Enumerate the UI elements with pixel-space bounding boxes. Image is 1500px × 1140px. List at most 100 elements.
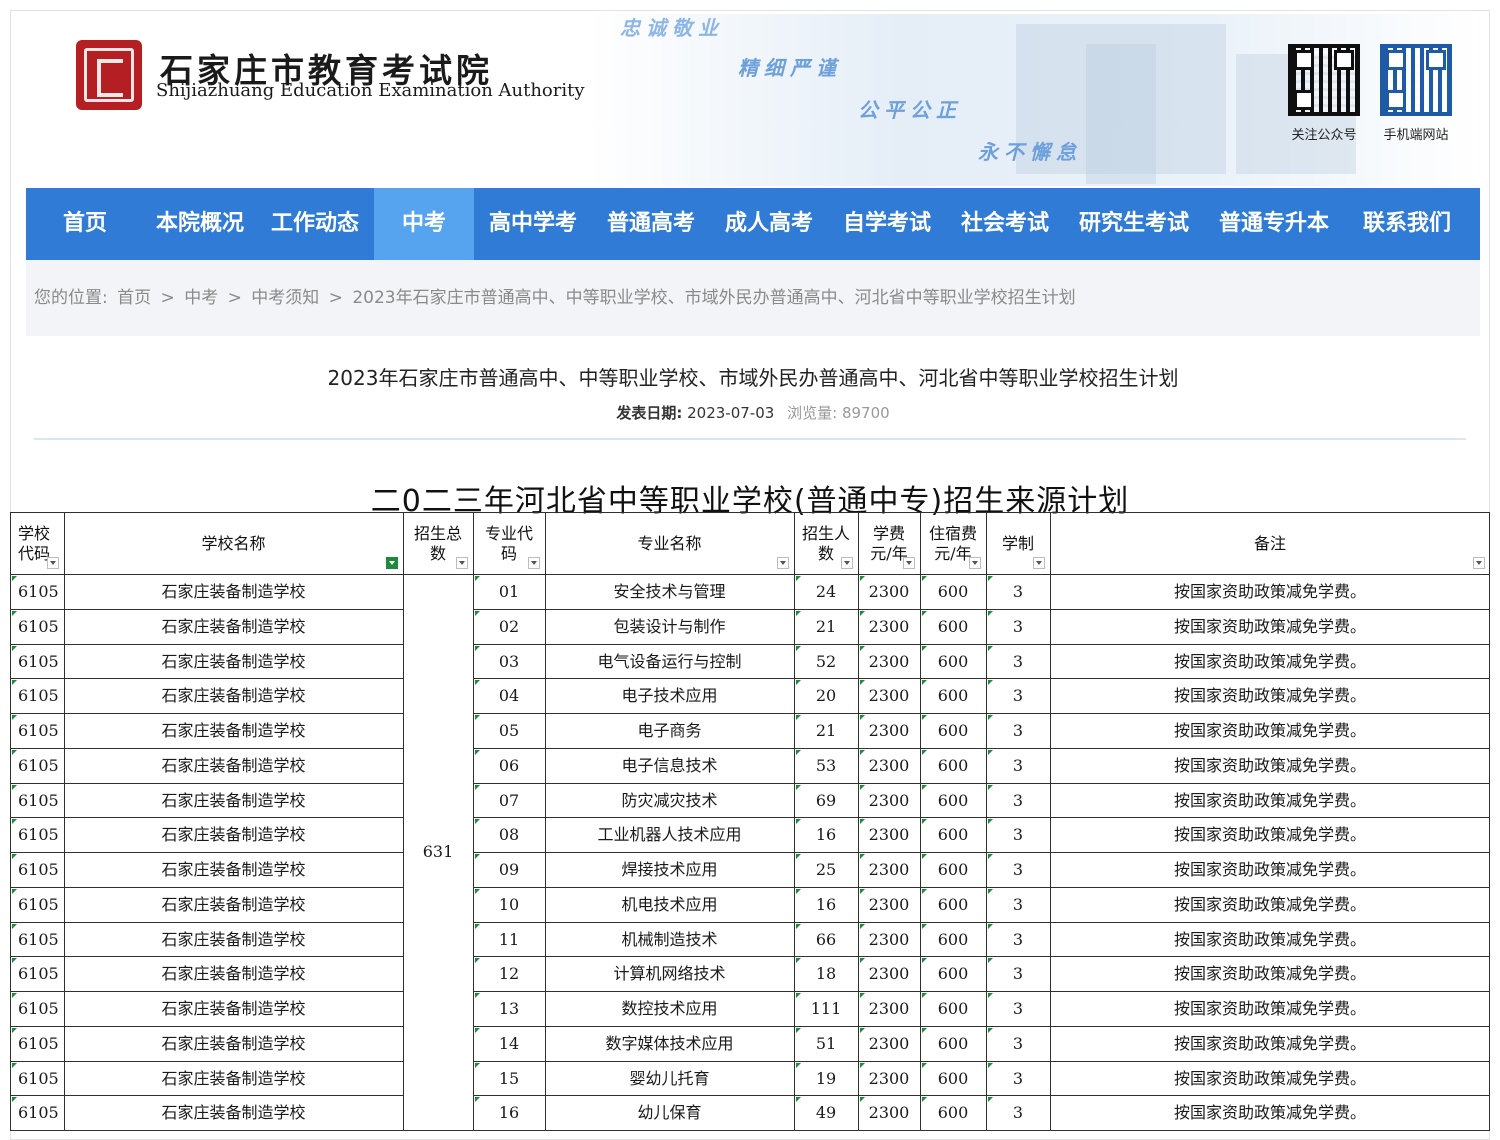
cell-tuition: 2300: [868, 999, 910, 1018]
cell-tuition: 2300: [868, 964, 910, 984]
text-number-indicator-icon: [12, 784, 17, 790]
filter-dropdown-icon[interactable]: [841, 557, 853, 569]
cell-major-code: 10: [498, 894, 520, 914]
text-number-indicator-icon: [860, 923, 865, 929]
text-number-indicator-icon: [988, 680, 993, 686]
text-number-indicator-icon: [988, 993, 993, 998]
text-number-indicator-icon: [475, 1062, 480, 1068]
cell-major-name: 电子商务: [637, 721, 702, 740]
cell-note: 按国家资助政策减免学费。: [1173, 929, 1366, 949]
text-number-indicator-icon: [796, 645, 801, 651]
text-number-indicator-icon: [475, 680, 480, 686]
text-number-indicator-icon: [988, 958, 993, 964]
filter-dropdown-icon[interactable]: [969, 557, 981, 569]
header-major-name[interactable]: 专业名称: [545, 513, 794, 574]
text-number-indicator-icon: [860, 610, 865, 616]
text-number-indicator-icon: [922, 819, 927, 825]
filter-dropdown-icon[interactable]: [777, 557, 789, 569]
cell-major-name: 数字媒体技术应用: [605, 1033, 734, 1053]
nav-item-gaozhong-xuekao[interactable]: 高中学考: [474, 188, 592, 260]
cell-study-years: 3: [1012, 825, 1024, 845]
cell-lodging-fee: 600: [937, 825, 969, 845]
text-number-indicator-icon: [475, 993, 480, 998]
slogan-3: 公平公正: [858, 98, 962, 122]
breadcrumb-separator: >: [227, 288, 242, 308]
slogan-1: 忠诚敬业: [620, 16, 724, 40]
cell-major-name: 安全技术与管理: [613, 582, 726, 601]
header-school-name[interactable]: 学校名称: [64, 513, 403, 574]
text-number-indicator-icon: [12, 680, 17, 686]
nav-item-zhuanshengben[interactable]: 普通专升本: [1204, 188, 1344, 260]
cell-major-name: 计算机网络技术: [613, 964, 726, 984]
cell-lodging-fee: 600: [937, 686, 969, 706]
cell-school-code: 6105: [18, 860, 59, 879]
text-number-indicator-icon: [860, 1062, 865, 1068]
nav-item-social-exam[interactable]: 社会考试: [946, 188, 1064, 260]
breadcrumb-zhongkao[interactable]: 中考: [184, 288, 218, 308]
cell-major-code: 01: [498, 582, 520, 601]
filter-dropdown-icon[interactable]: [528, 557, 540, 569]
text-number-indicator-icon: [922, 784, 927, 790]
filter-active-icon[interactable]: [386, 557, 398, 569]
text-number-indicator-icon: [796, 923, 801, 929]
cell-enrollment-count: 53: [815, 755, 837, 775]
text-number-indicator-icon: [475, 1097, 480, 1103]
cell-note: 按国家资助政策减免学费。: [1173, 616, 1366, 636]
cell-school-name: 石家庄装备制造学校: [161, 616, 306, 636]
text-number-indicator-icon: [796, 1097, 801, 1103]
cell-school-code: 6105: [18, 1103, 59, 1123]
text-number-indicator-icon: [475, 888, 480, 894]
nav-item-zhongkao[interactable]: 中考: [374, 188, 474, 260]
cell-tuition: 2300: [868, 790, 910, 810]
text-number-indicator-icon: [475, 645, 480, 651]
views-count: 89700: [841, 404, 890, 422]
text-number-indicator-icon: [796, 1027, 801, 1033]
article-title: 2023年石家庄市普通高中、中等职业学校、市域外民办普通高中、河北省中等职业学校…: [327, 366, 1179, 390]
nav-item-about[interactable]: 本院概况: [144, 188, 256, 260]
cell-major-code: 13: [498, 999, 520, 1018]
nav-item-gaokao[interactable]: 普通高考: [592, 188, 710, 260]
cell-study-years: 3: [1012, 616, 1024, 636]
filter-dropdown-icon[interactable]: [47, 557, 59, 569]
filter-dropdown-icon[interactable]: [456, 557, 468, 569]
cell-note: 按国家资助政策减免学费。: [1173, 582, 1366, 601]
cell-lodging-fee: 600: [937, 894, 969, 914]
cell-note: 按国家资助政策减免学费。: [1173, 790, 1366, 810]
text-number-indicator-icon: [922, 680, 927, 686]
site-header: 石家庄市教育考试院 Shijiazhuang Education Examina…: [26, 14, 1480, 186]
nav-item-contact[interactable]: 联系我们: [1344, 188, 1470, 260]
text-number-indicator-icon: [860, 993, 865, 998]
text-number-indicator-icon: [12, 854, 17, 859]
cell-note: 按国家资助政策减免学费。: [1173, 964, 1366, 984]
cell-school-name: 石家庄装备制造学校: [161, 929, 306, 949]
nav-item-adult-exam[interactable]: 成人高考: [710, 188, 828, 260]
filter-dropdown-icon[interactable]: [1473, 557, 1485, 569]
nav-item-news[interactable]: 工作动态: [256, 188, 374, 260]
cell-major-name: 机械制造技术: [621, 929, 718, 949]
text-number-indicator-icon: [796, 958, 801, 964]
site-logo-seal[interactable]: [76, 40, 142, 110]
cell-study-years: 3: [1012, 894, 1024, 914]
cell-school-code: 6105: [18, 1033, 59, 1053]
cell-study-years: 3: [1012, 929, 1024, 949]
breadcrumb-home[interactable]: 首页: [117, 288, 151, 308]
text-number-indicator-icon: [860, 819, 865, 825]
cell-lodging-fee: 600: [937, 929, 969, 949]
filter-dropdown-icon[interactable]: [903, 557, 915, 569]
nav-item-home[interactable]: 首页: [26, 188, 144, 260]
nav-item-postgraduate[interactable]: 研究生考试: [1064, 188, 1204, 260]
cell-study-years: 3: [1012, 651, 1024, 671]
nav-item-self-study[interactable]: 自学考试: [828, 188, 946, 260]
text-number-indicator-icon: [922, 854, 927, 859]
cell-school-code: 6105: [18, 755, 59, 775]
cell-school-name: 石家庄装备制造学校: [161, 582, 306, 601]
filter-dropdown-icon[interactable]: [1033, 557, 1045, 569]
text-number-indicator-icon: [988, 923, 993, 929]
breadcrumb-zhongkao-notice[interactable]: 中考须知: [251, 288, 319, 308]
cell-school-name: 石家庄装备制造学校: [161, 755, 306, 775]
title-divider: [34, 438, 1466, 440]
text-number-indicator-icon: [475, 784, 480, 790]
cell-note: 按国家资助政策减免学费。: [1173, 1033, 1366, 1053]
text-number-indicator-icon: [12, 1062, 17, 1068]
header-note[interactable]: 备注: [1050, 513, 1490, 574]
